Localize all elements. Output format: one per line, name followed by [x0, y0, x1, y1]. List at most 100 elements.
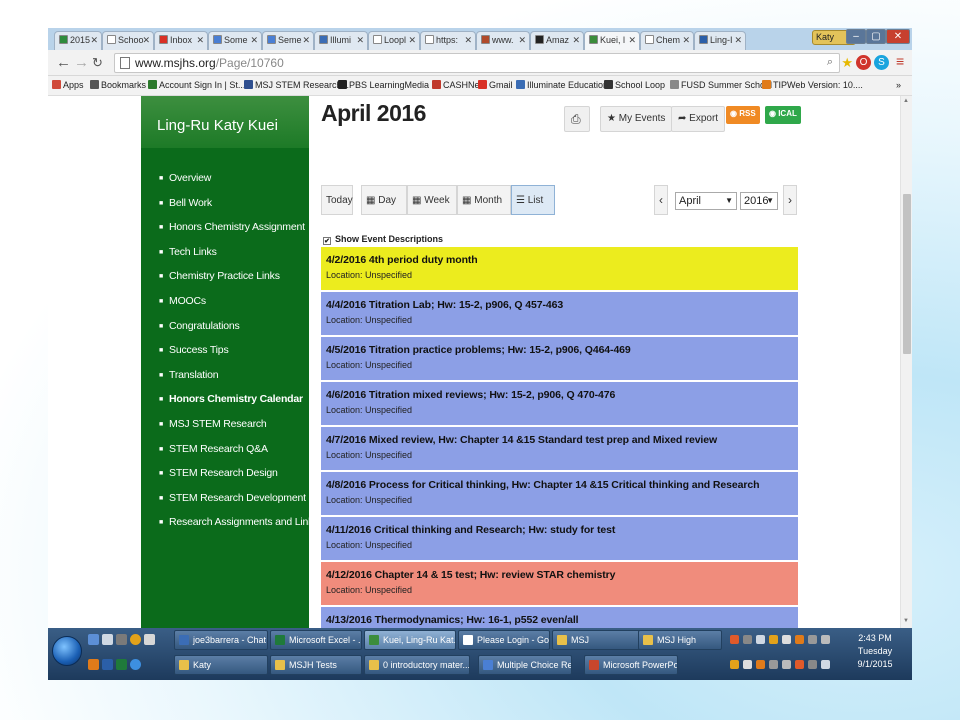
list-view-button[interactable]: ☰ List [511, 185, 555, 215]
close-tab-icon[interactable]: ✕ [572, 35, 580, 46]
sidebar-item[interactable]: Tech Links [141, 246, 309, 271]
scroll-up-icon[interactable]: ▲ [903, 98, 909, 104]
event-title[interactable]: 4/4/2016 Titration Lab; Hw: 15-2, p906, … [326, 299, 798, 311]
tray-icon[interactable] [743, 660, 752, 669]
event-row[interactable]: 4/5/2016 Titration practice problems; Hw… [321, 337, 798, 382]
export-button[interactable]: ➦ Export [671, 106, 726, 132]
scroll-down-icon[interactable]: ▼ [903, 618, 909, 624]
browser-tab[interactable]: Seme ✕ [262, 31, 314, 50]
taskbar-window-button[interactable]: Multiple Choice Res... [478, 655, 572, 675]
event-title[interactable]: 4/11/2016 Critical thinking and Research… [326, 524, 798, 536]
tray-icon[interactable] [730, 635, 739, 644]
reload-icon[interactable]: ↻ [92, 55, 103, 71]
tray-icon[interactable] [808, 635, 817, 644]
page-scrollbar[interactable]: ▲ ▼ [900, 96, 912, 628]
taskbar-window-button[interactable]: Please Login - Go... [458, 630, 550, 650]
scroll-thumb[interactable] [903, 194, 911, 354]
tray-icon[interactable] [730, 660, 739, 669]
sidebar-item[interactable]: Chemistry Practice Links [141, 270, 309, 295]
bookmark-item[interactable]: School Loop [604, 80, 665, 90]
close-tab-icon[interactable]: ✕ [356, 35, 364, 46]
print-button[interactable]: ⎙ [564, 106, 590, 132]
show-desktop-icon[interactable] [88, 634, 99, 645]
event-title[interactable]: 4/2/2016 4th period duty month [326, 254, 798, 266]
close-tab-icon[interactable]: ✕ [196, 35, 204, 46]
sidebar-item[interactable]: MOOCs [141, 295, 309, 320]
minimize-button[interactable]: – [846, 29, 866, 44]
bookmark-item[interactable]: FUSD Summer School [670, 80, 772, 90]
excel-icon[interactable] [116, 659, 127, 670]
close-tab-icon[interactable]: ✕ [518, 35, 526, 46]
sidebar-item[interactable]: STEM Research Q&A [141, 443, 309, 468]
tray-icon[interactable] [795, 660, 804, 669]
sidebar-item[interactable]: Success Tips [141, 344, 309, 369]
event-title[interactable]: 4/6/2016 Titration mixed reviews; Hw: 15… [326, 389, 798, 401]
sidebar-item[interactable]: STEM Research Design [141, 467, 309, 492]
system-clock[interactable]: 2:43 PM Tuesday 9/1/2015 [840, 632, 910, 671]
my-events-button[interactable]: ★ My Events [600, 106, 673, 132]
zoom-icon[interactable]: ⌕ [827, 56, 833, 69]
event-title[interactable]: 4/7/2016 Mixed review, Hw: Chapter 14 &1… [326, 434, 798, 446]
bookmarks-more-button[interactable]: » [896, 80, 901, 90]
prev-month-button[interactable]: ‹ [654, 185, 668, 215]
taskbar-window-button[interactable]: Kuei, Ling-Ru Kat... [364, 630, 456, 650]
opera-extension-icon[interactable]: O [856, 55, 871, 70]
month-select[interactable]: April ▼ [675, 192, 737, 210]
close-tab-icon[interactable]: ✕ [142, 35, 150, 46]
close-tab-icon[interactable]: ✕ [90, 35, 98, 46]
browser-tab[interactable]: www. ✕ [476, 31, 530, 50]
taskbar-window-button[interactable]: Microsoft Excel - ... [270, 630, 362, 650]
star-icon[interactable]: ★ [841, 55, 853, 71]
sidebar-item[interactable]: Honors Chemistry Assignment [141, 221, 309, 246]
show-descriptions-toggle[interactable]: ✔ Show Event Descriptions [323, 234, 443, 245]
browser-tab[interactable]: Loopl ✕ [368, 31, 420, 50]
tray-icon[interactable] [795, 635, 804, 644]
close-tab-icon[interactable]: ✕ [250, 35, 258, 46]
sidebar-item[interactable]: Translation [141, 369, 309, 394]
tray-icon[interactable] [821, 635, 830, 644]
tray-icon[interactable] [769, 635, 778, 644]
tray-icon[interactable] [821, 660, 830, 669]
event-row[interactable]: 4/7/2016 Mixed review, Hw: Chapter 14 &1… [321, 427, 798, 472]
sidebar-item[interactable]: STEM Research Development [141, 492, 309, 517]
url-input[interactable]: www.msjhs.org/Page/10760 ⌕ ★ [114, 53, 853, 73]
tray-icon[interactable] [808, 660, 817, 669]
tray-icon[interactable] [769, 660, 778, 669]
sidebar-item[interactable]: Congratulations [141, 320, 309, 345]
browser-tab[interactable]: Illumi ✕ [314, 31, 368, 50]
close-tab-icon[interactable]: ✕ [408, 35, 416, 46]
browser-tab[interactable]: Kuei, l ✕ [584, 31, 640, 50]
close-tab-icon[interactable]: ✕ [628, 35, 636, 46]
chrome-icon[interactable] [130, 634, 141, 645]
close-tab-icon[interactable]: ✕ [734, 35, 742, 46]
back-icon[interactable]: ← [56, 54, 71, 71]
next-month-button[interactable]: › [783, 185, 797, 215]
start-button[interactable] [52, 636, 82, 666]
bookmark-item[interactable]: Account Sign In | St... [148, 80, 245, 90]
taskbar-window-button[interactable]: Microsoft PowerPoin... [584, 655, 678, 675]
today-button[interactable]: Today [321, 185, 353, 215]
sidebar-item[interactable]: MSJ STEM Research [141, 418, 309, 443]
menu-icon[interactable]: ≡ [896, 53, 904, 69]
taskbar-window-button[interactable]: 0 introductory mater... [364, 655, 470, 675]
taskbar-window-button[interactable]: joe3barrera - Chat [174, 630, 268, 650]
sidebar-item[interactable]: Honors Chemistry Calendar [141, 393, 309, 418]
year-select[interactable]: 2016 ▼ [740, 192, 778, 210]
bookmark-item[interactable]: PBS LearningMedia [338, 80, 429, 90]
ical-button[interactable]: ◉ ICAL [765, 106, 801, 124]
browser-tab[interactable]: Inbox ✕ [154, 31, 208, 50]
checkbox-checked-icon[interactable]: ✔ [323, 237, 331, 245]
event-title[interactable]: 4/5/2016 Titration practice problems; Hw… [326, 344, 798, 356]
bookmark-item[interactable]: MSJ STEM Research... [244, 80, 349, 90]
event-row[interactable]: 4/12/2016 Chapter 14 & 15 test; Hw: revi… [321, 562, 798, 607]
word-icon[interactable] [102, 659, 113, 670]
cmd-icon[interactable] [116, 634, 127, 645]
taskbar-window-button[interactable]: Katy [174, 655, 268, 675]
tray-icon[interactable] [756, 660, 765, 669]
browser-tab[interactable]: Some ✕ [208, 31, 262, 50]
event-row[interactable]: 4/6/2016 Titration mixed reviews; Hw: 15… [321, 382, 798, 427]
pin-icon[interactable] [102, 634, 113, 645]
event-row[interactable]: 4/11/2016 Critical thinking and Research… [321, 517, 798, 562]
paint-icon[interactable] [88, 659, 99, 670]
event-title[interactable]: 4/13/2016 Thermodynamics; Hw: 16-1, p552… [326, 614, 798, 626]
